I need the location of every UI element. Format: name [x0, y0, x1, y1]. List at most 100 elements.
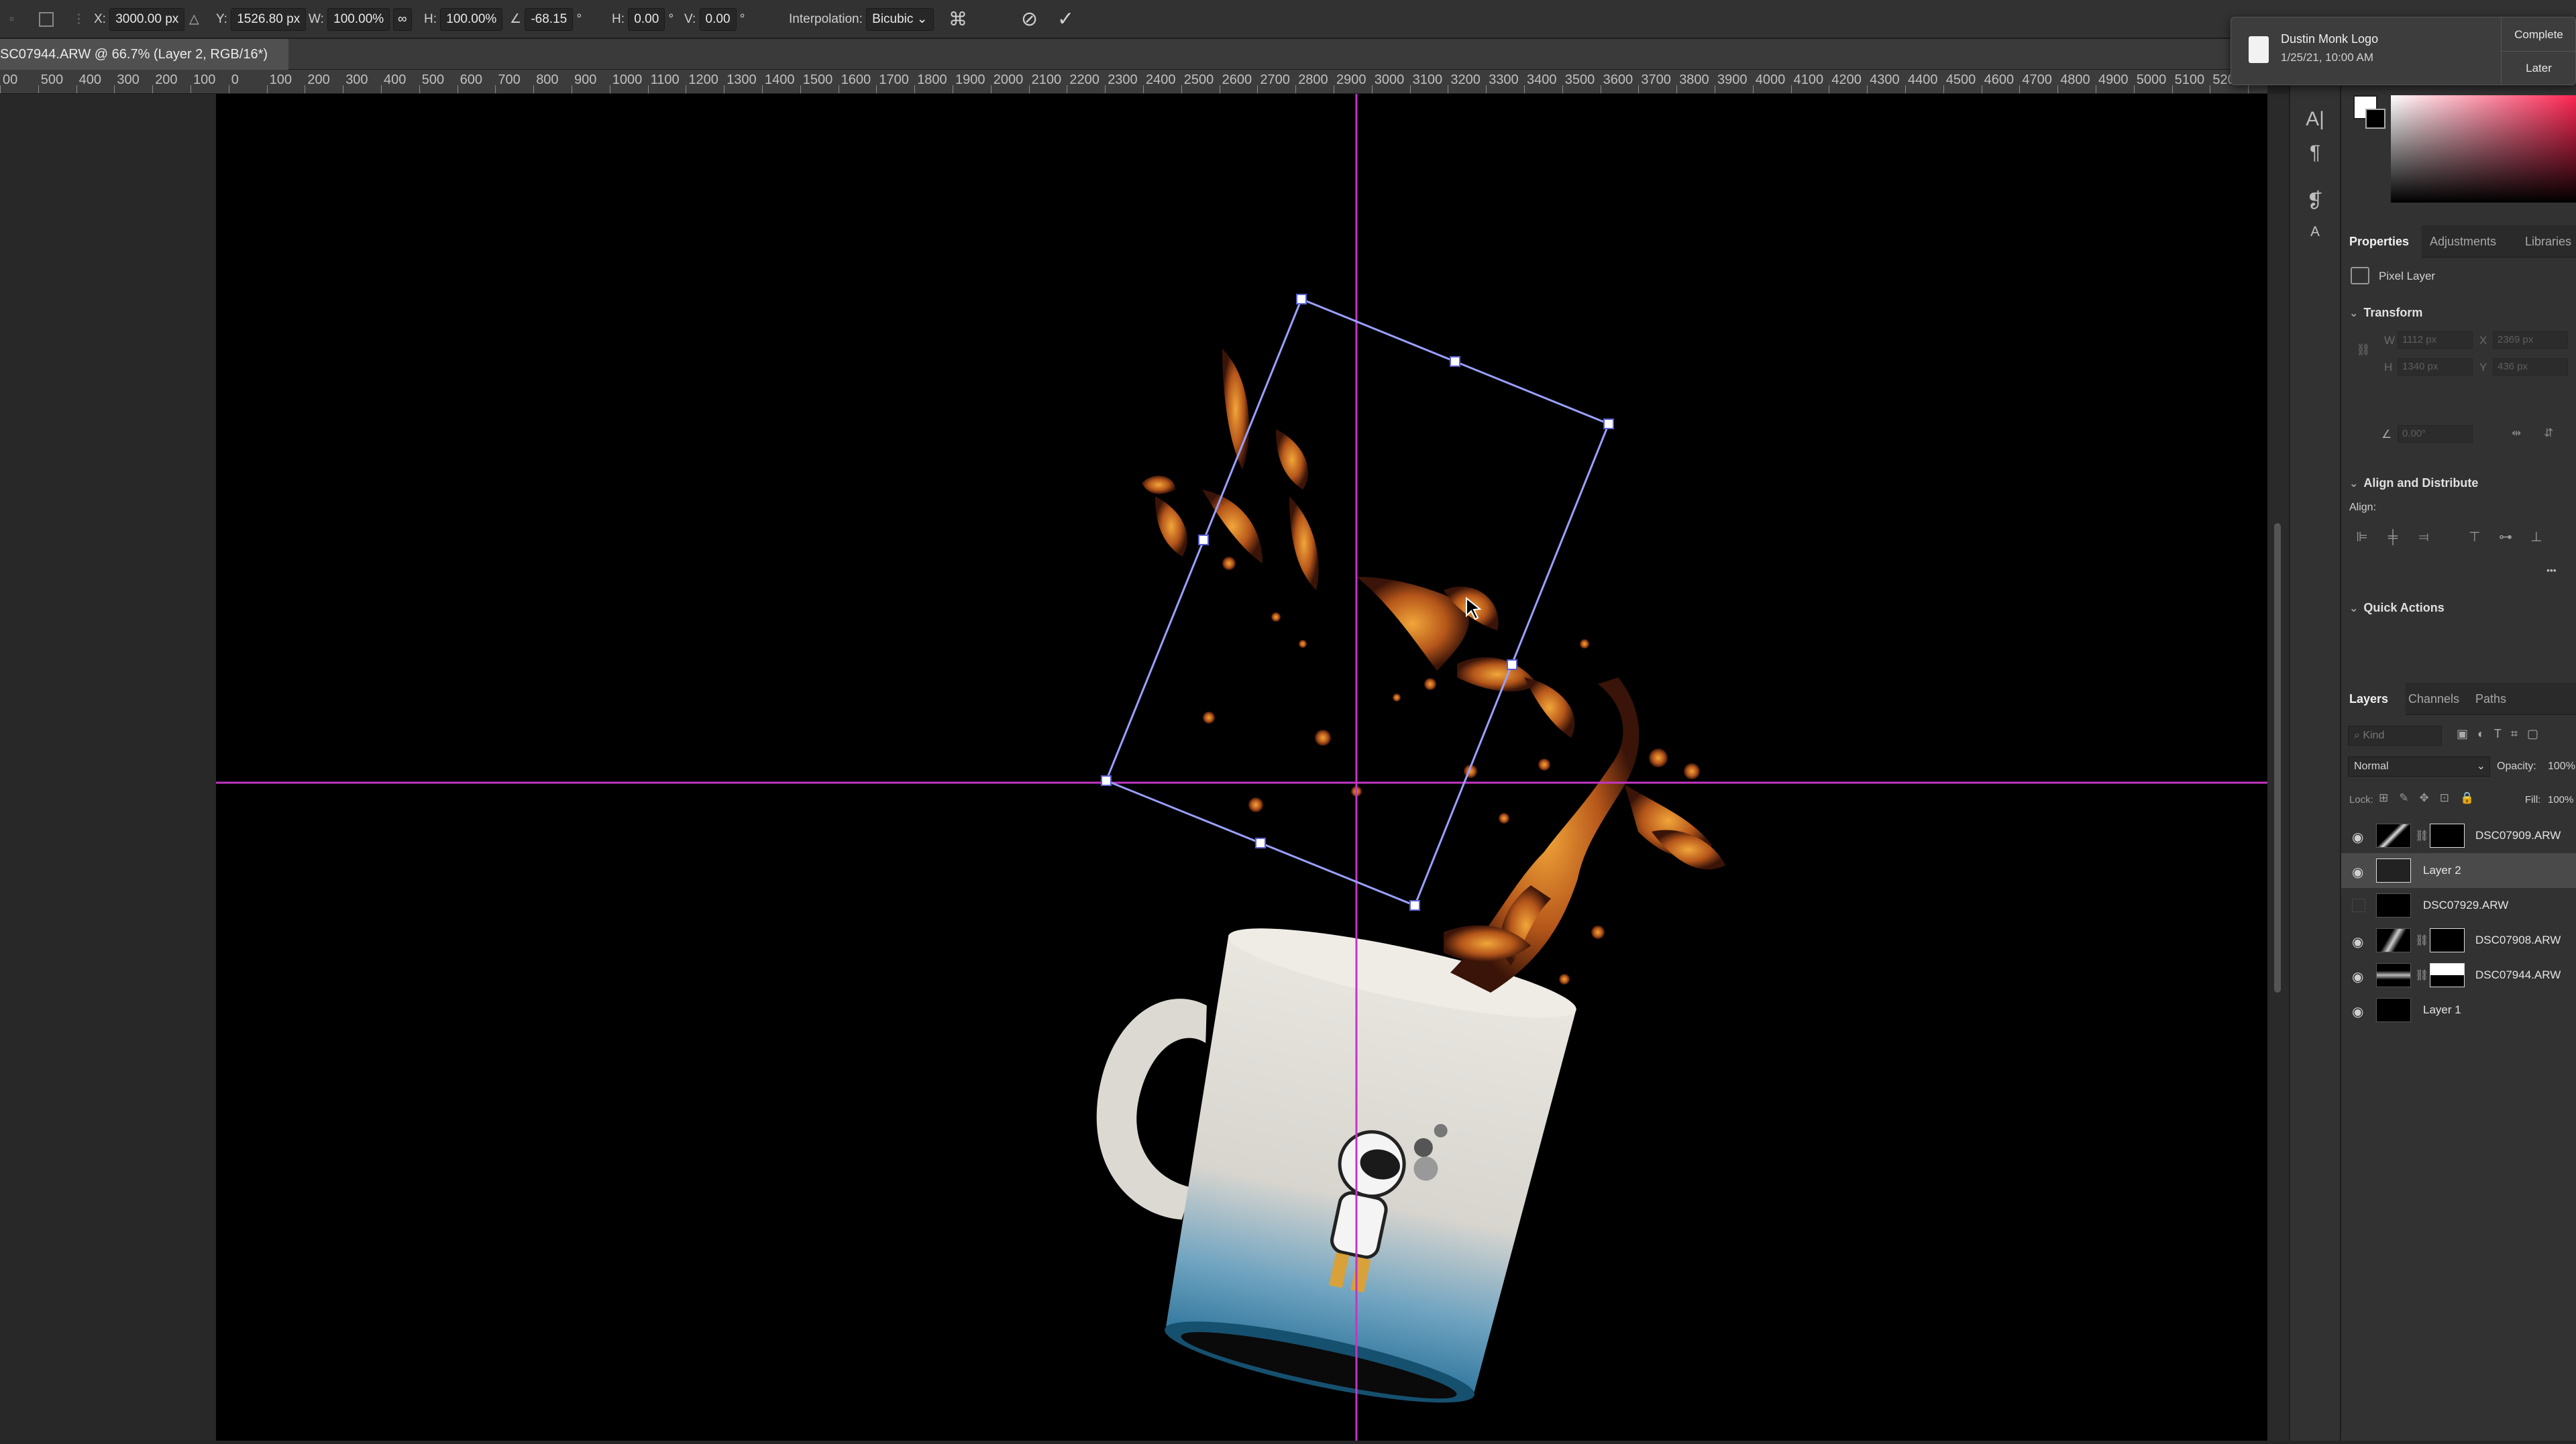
paragraph-styles-icon[interactable]: ❡	[2300, 188, 2330, 215]
h-prop-input[interactable]: 1340 px	[2398, 358, 2473, 376]
warp-icon[interactable]: ⌘	[949, 0, 967, 39]
horizontal-ruler[interactable]: 00 500 400 300 200 100 0 100 200 300 400 500 600 700 8…	[0, 70, 2267, 94]
layer-mask-thumbnail[interactable]	[2430, 963, 2465, 987]
tab-adjustments[interactable]: Adjustments	[2430, 225, 2496, 258]
layer-row-selected[interactable]: ◉ Layer 2	[2341, 853, 2576, 888]
eye-icon[interactable]: ◉	[2352, 864, 2363, 881]
eye-icon[interactable]: ◉	[2352, 968, 2363, 985]
ruler-label: 1100	[650, 72, 680, 87]
layer-thumbnail	[2376, 963, 2411, 987]
notification-popup[interactable]: Dustin Monk Logo 1/25/21, 10:00 AM Compl…	[2231, 17, 2576, 85]
layer-name: DSC07929.ARW	[2423, 899, 2509, 911]
delta-icon[interactable]: △	[189, 0, 199, 39]
fill-value[interactable]: 100%	[2548, 794, 2573, 806]
tab-channels[interactable]: Channels	[2408, 683, 2459, 715]
align-left-icon[interactable]: ⊫	[2355, 530, 2369, 545]
canvas[interactable]	[216, 94, 2267, 1441]
ruler-label: 4000	[1755, 72, 1786, 87]
transform-section-title[interactable]: Transform	[2349, 306, 2422, 320]
ruler-tick	[876, 85, 877, 93]
eye-icon[interactable]: ◉	[2352, 829, 2363, 846]
ruler-label: 2000	[993, 72, 1024, 87]
cancel-transform-icon[interactable]: ⊘	[1021, 0, 1038, 39]
layer-mask-thumbnail[interactable]	[2430, 928, 2465, 952]
character-styles-icon[interactable]: ᴬ	[2300, 221, 2330, 248]
ruler-tick	[1028, 85, 1030, 93]
commit-transform-icon[interactable]: ✓	[1057, 0, 1074, 39]
y-input[interactable]: 1526.80 px	[231, 7, 307, 31]
eye-icon[interactable]: ◉	[2352, 934, 2363, 950]
ruler-tick	[1257, 85, 1258, 93]
align-right-icon[interactable]: ⫤	[2416, 530, 2431, 545]
notification-complete-button[interactable]: Complete	[2501, 17, 2576, 52]
angle-prop-input[interactable]: 0.00°	[2398, 425, 2473, 443]
scrollbar-thumb[interactable]	[2274, 523, 2281, 993]
flip-horizontal-icon[interactable]: ⇹	[2512, 427, 2521, 440]
align-bottom-icon[interactable]: ⊥	[2529, 530, 2544, 545]
ruler-label: 300	[345, 72, 368, 87]
link-icon[interactable]: ∞	[393, 0, 412, 39]
vskew-input[interactable]: 0.00	[699, 7, 737, 31]
tab-layers[interactable]: Layers	[2341, 683, 2406, 715]
h-input[interactable]: 100.00%	[440, 7, 503, 31]
chevron-down-icon: ⌄	[2476, 761, 2485, 772]
tab-paths[interactable]: Paths	[2475, 683, 2506, 715]
layer-row[interactable]: ◉ ⛓ DSC07909.ARW	[2341, 818, 2576, 853]
layer-row[interactable]: DSC07929.ARW	[2341, 888, 2576, 923]
align-middle-v-icon[interactable]: ⊶	[2498, 530, 2513, 545]
w-input[interactable]: 100.00%	[327, 7, 390, 31]
link-icon[interactable]: ⛓	[2415, 829, 2428, 842]
layer-filter-icons[interactable]: ▣◐T⌗▢	[2457, 727, 2576, 744]
paragraph-panel-icon[interactable]: ¶	[2300, 140, 2330, 166]
layer-row[interactable]: ◉ ⛓ DSC07944.ARW	[2341, 958, 2576, 993]
align-section-title[interactable]: Align and Distribute	[2349, 476, 2478, 490]
ruler-tick	[381, 85, 382, 93]
w-prop-input[interactable]: 1112 px	[2398, 331, 2473, 349]
rotation-input[interactable]: -68.15	[525, 7, 574, 31]
tab-libraries[interactable]: Libraries	[2525, 225, 2571, 258]
x-prop-input[interactable]: 2369 px	[2493, 331, 2568, 349]
link-icon[interactable]: ⛓	[2415, 934, 2428, 947]
layers-list: ◉ ⛓ DSC07909.ARW ◉ Layer 2 DSC07929.ARW …	[2341, 818, 2576, 1033]
document-tab[interactable]: SC07944.ARW @ 66.7% (Layer 2, RGB/16*) *	[0, 39, 288, 93]
link-dimensions-icon[interactable]: ⛓	[2356, 343, 2371, 357]
link-icon[interactable]: ⛓	[2415, 968, 2428, 982]
layer-name: Layer 2	[2423, 864, 2461, 877]
layer-row[interactable]: ◉ Layer 1	[2341, 993, 2576, 1028]
y-prop-input[interactable]: 436 px	[2493, 358, 2568, 376]
layer-thumbnail	[2376, 824, 2411, 848]
ruler-tick	[38, 85, 39, 93]
quick-actions-section-title[interactable]: Quick Actions	[2349, 601, 2444, 615]
eye-hidden-icon[interactable]	[2352, 899, 2365, 912]
lock-icons[interactable]: ⊞✎✥⊡🔒	[2379, 791, 2500, 808]
tab-properties[interactable]: Properties	[2341, 225, 2422, 258]
x-input[interactable]: 3000.00 px	[109, 7, 185, 31]
ruler-label: 3700	[1641, 72, 1671, 87]
vertical-skew: V: 0.00 °	[684, 0, 745, 39]
layer-row[interactable]: ◉ ⛓ DSC07908.ARW	[2341, 923, 2576, 958]
character-panel-icon[interactable]: A|	[2300, 106, 2330, 133]
flip-vertical-icon[interactable]: ⇵	[2544, 427, 2553, 440]
opacity-label: Opacity:	[2497, 761, 2536, 772]
hskew-label: H:	[612, 12, 625, 26]
align-center-h-icon[interactable]: ╪	[2385, 530, 2400, 545]
ruler-label: 3200	[1450, 72, 1481, 87]
color-field[interactable]	[2391, 95, 2576, 203]
ruler-tick	[2133, 85, 2135, 93]
interpolation-select[interactable]: Bicubic ⌄	[866, 7, 934, 31]
reference-point-icon[interactable]: ▫	[9, 0, 14, 39]
x-prop-label: X	[2479, 334, 2487, 347]
notification-later-button[interactable]: Later	[2501, 52, 2576, 85]
opacity-value[interactable]: 100%	[2548, 761, 2575, 773]
layer-mask-thumbnail[interactable]	[2430, 824, 2465, 848]
blend-mode-select[interactable]: Normal ⌄	[2348, 757, 2490, 777]
eye-icon[interactable]: ◉	[2352, 1003, 2363, 1020]
ruler-label: 3400	[1527, 72, 1557, 87]
reference-point-toggle[interactable]	[39, 0, 54, 39]
background-color-swatch[interactable]	[2365, 109, 2385, 129]
align-top-icon[interactable]: ⊤	[2467, 530, 2482, 545]
ruler-label: 200	[307, 72, 330, 87]
more-options-icon[interactable]: •••	[2546, 565, 2557, 575]
layer-filter-input[interactable]: ⌕ Kind	[2348, 726, 2442, 746]
hskew-input[interactable]: 0.00	[628, 7, 665, 31]
